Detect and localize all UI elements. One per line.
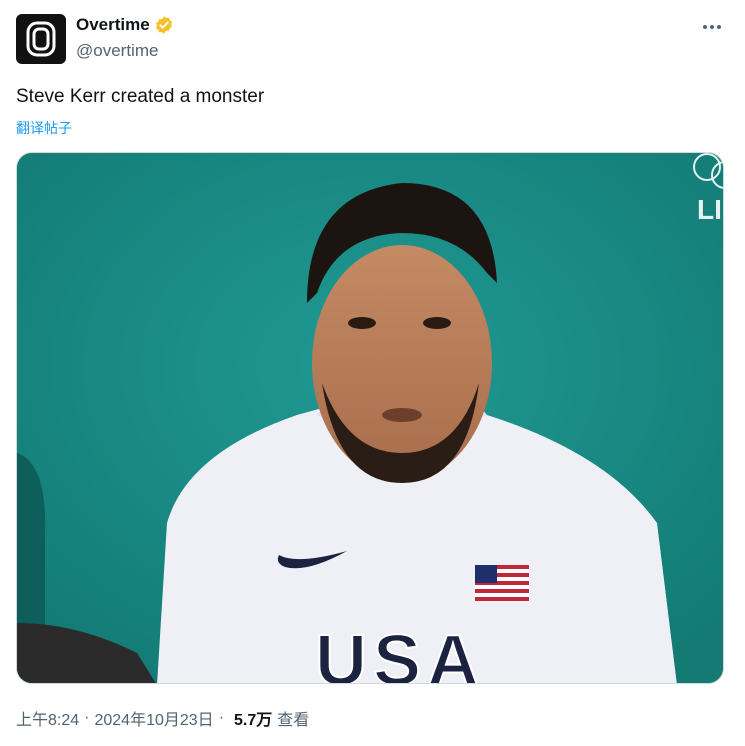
author-name-row: Overtime: [76, 15, 174, 35]
tweet-date[interactable]: 2024年10月23日: [94, 706, 213, 730]
verified-badge-icon[interactable]: [154, 15, 174, 35]
shirt-usa-text: USA: [315, 621, 485, 684]
head: [312, 245, 492, 481]
views-label: 查看: [277, 712, 310, 729]
tweet-media-image[interactable]: LI USA: [16, 152, 724, 684]
meta-separator: ·: [84, 709, 90, 726]
more-options-icon[interactable]: [699, 14, 725, 40]
translate-post-link[interactable]: 翻译帖子: [16, 118, 72, 138]
corner-logo-text: LI: [697, 194, 722, 225]
author-handle[interactable]: @overtime: [76, 41, 158, 61]
left-eye: [348, 317, 376, 329]
author-display-name[interactable]: Overtime: [76, 15, 150, 35]
overtime-logo-icon: [26, 21, 56, 57]
usa-flag-icon: [475, 565, 529, 601]
right-eye: [423, 317, 451, 329]
tweet-text: Steve Kerr created a monster: [16, 86, 265, 107]
meta-separator: ·: [218, 709, 225, 726]
avatar[interactable]: [16, 14, 66, 64]
tweet-meta: 上午8:24 · 2024年10月23日 · 5.7万 查看: [16, 706, 309, 730]
mouth: [382, 408, 422, 422]
tweet-time[interactable]: 上午8:24: [16, 706, 79, 730]
views-count: 5.7万: [234, 712, 273, 729]
